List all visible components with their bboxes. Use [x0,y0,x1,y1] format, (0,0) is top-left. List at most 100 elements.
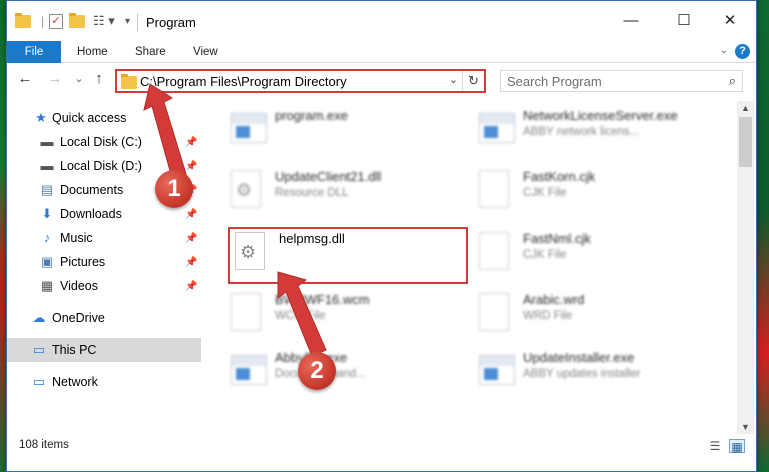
forward-button[interactable]: → [45,70,65,87]
star-icon: ★ [35,110,47,125]
expand-ribbon-icon[interactable]: ⌄ [720,45,728,56]
title-bar: | ✓ ☷ ▾ ▾ Program — ☐ ✕ [7,1,756,41]
computer-icon: ▭ [32,342,46,357]
file-name: FastKorn.cjk [523,169,596,184]
scroll-down-icon[interactable]: ▼ [741,422,750,432]
sidebar-item-network[interactable]: ▭ Network [7,370,201,394]
sidebar-item-this-pc[interactable]: ▭ This PC [7,338,201,362]
drive-icon: ▬ [40,134,54,149]
exe-icon [479,113,515,143]
file-icon [479,232,509,270]
sidebar-item-onedrive[interactable]: ☁ OneDrive [7,306,201,330]
file-name: NetworkLicenseServer.exe [523,108,678,123]
separator-icon: | [41,14,45,28]
tab-file[interactable]: File [7,41,61,63]
documents-icon: ▤ [40,182,54,197]
file-name: program.exe [275,108,348,123]
cloud-icon: ☁ [32,310,46,325]
sidebar-item-label: Videos [60,279,98,293]
file-type: Resource DLL [275,187,349,199]
file-explorer-window: | ✓ ☷ ▾ ▾ Program — ☐ ✕ File Home Share … [6,0,757,472]
list-item[interactable]: AbbyFl9.exe Document hand... [227,347,467,399]
file-type: ABBY network licens... [523,126,640,138]
step-2-badge: 2 [298,352,336,390]
file-name: Arabic.wrd [523,292,585,307]
list-item[interactable]: UpdateClient21.dll Resource DLL [227,166,467,218]
list-item[interactable]: NetworkLicenseServer.exe ABBY network li… [475,105,715,157]
pin-icon: 📌 [185,280,198,292]
dll-icon [231,170,261,208]
music-icon: ♪ [43,230,51,245]
pictures-icon: ▣ [40,254,54,269]
navigation-bar: ← → ⌄ ↑ C:\Program Files\Program Directo… [7,64,756,98]
pin-icon: 📌 [185,232,198,244]
scroll-up-icon[interactable]: ▲ [741,103,750,113]
list-item[interactable]: FastKorn.cjk CJK File [475,166,715,218]
search-placeholder: Search Program [507,74,602,89]
list-item[interactable]: FastNml.cjk CJK File [475,228,715,280]
tab-home[interactable]: Home [77,41,108,63]
file-name: UpdateClient21.dll [275,169,382,184]
list-item[interactable]: BWPWF16.wcm WCM File [227,289,467,341]
sidebar-item-videos[interactable]: ▦ Videos 📌 [7,274,201,298]
sidebar-item-label: Music [60,231,93,245]
item-count: 108 items [19,439,69,451]
minimize-button[interactable]: — [613,9,649,33]
properties-icon[interactable]: ✓ [49,13,63,29]
vertical-scrollbar[interactable]: ▲ ▼ [737,101,754,434]
list-item[interactable]: program.exe [227,105,467,157]
search-icon[interactable]: ⌕ [729,73,736,89]
back-button[interactable]: ← [15,70,35,87]
file-icon [231,293,261,331]
refresh-button[interactable]: ↻ [462,71,484,91]
downloads-icon: ⬇ [41,206,53,221]
file-icon [479,293,509,331]
customize-quick-access-icon[interactable]: ☷ ▾ [93,13,115,29]
sidebar-item-label: OneDrive [52,311,105,325]
drive-icon: ▬ [40,158,54,173]
file-type: WRD File [523,310,573,322]
exe-icon [231,113,267,143]
sidebar-item-pictures[interactable]: ▣ Pictures 📌 [7,250,201,274]
recent-locations-button[interactable]: ⌄ [69,72,89,85]
tiles-view-icon[interactable]: ▦ [729,439,745,454]
file-type: CJK File [523,187,567,199]
sidebar-item-music[interactable]: ♪ Music 📌 [7,226,201,250]
file-type: ABBY updates installer [523,368,641,380]
sidebar-item-label: Pictures [60,255,106,269]
quick-access-dropdown-icon[interactable]: ▾ [125,13,130,29]
exe-icon [479,355,515,385]
list-item[interactable]: UpdateInstaller.exe ABBY updates install… [475,347,715,399]
sidebar-item-label: This PC [52,343,97,357]
up-button[interactable]: ↑ [89,70,109,87]
address-dropdown-icon[interactable]: ⌄ [449,73,458,86]
scroll-thumb[interactable] [739,117,752,167]
close-button[interactable]: ✕ [712,9,748,33]
tab-view[interactable]: View [193,41,218,63]
file-icon [479,170,509,208]
sidebar-item-label: Downloads [60,207,122,221]
arrow-2-icon [277,271,327,357]
sidebar-item-label: Local Disk (D:) [60,159,142,173]
window-title: Program [146,15,196,30]
help-icon[interactable]: ? [735,44,750,59]
pin-icon: 📌 [185,256,198,268]
address-folder-icon [121,74,137,89]
details-view-icon[interactable]: ☰ [707,439,723,453]
folder-icon [15,12,31,29]
maximize-button[interactable]: ☐ [666,9,702,33]
list-item[interactable]: Arabic.wrd WRD File [475,289,715,341]
search-input[interactable]: Search Program ⌕ [500,70,743,92]
sidebar-item-label: Documents [60,183,124,197]
videos-icon: ▦ [40,278,54,293]
status-bar: 108 items ☰ ▦ [7,435,756,457]
sidebar-item-label: Local Disk (C:) [60,135,142,149]
exe-icon [231,355,267,385]
file-name: UpdateInstaller.exe [523,350,635,365]
file-name: FastNml.cjk [523,231,591,246]
ribbon: File Home Share View ⌄ ? [7,41,756,63]
new-folder-icon[interactable] [69,12,85,29]
desktop-background-right [755,0,769,472]
highlight-box [228,227,468,284]
tab-share[interactable]: Share [135,41,166,63]
